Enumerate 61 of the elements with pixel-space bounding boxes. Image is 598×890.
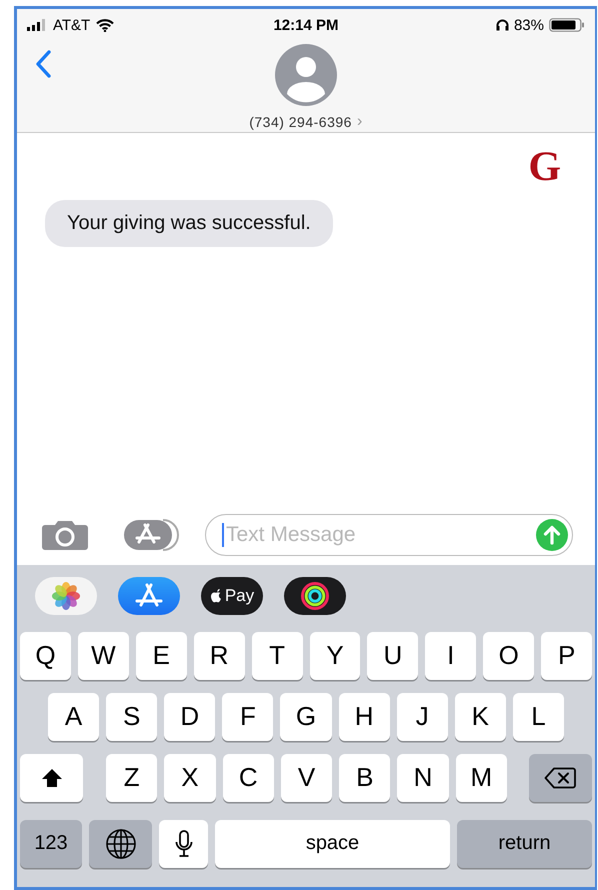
text-cursor (222, 522, 224, 546)
letter-key[interactable]: V (280, 754, 332, 802)
letter-key[interactable]: G (280, 692, 332, 740)
return-key[interactable]: return (457, 820, 592, 868)
letter-key[interactable]: C (222, 754, 274, 802)
battery-percent: 83% (514, 16, 544, 34)
letter-key[interactable]: F (222, 692, 274, 740)
letter-key[interactable]: D (164, 692, 216, 740)
battery-icon (548, 18, 585, 32)
letter-key[interactable]: S (106, 692, 158, 740)
message-input-field[interactable]: Text Message (205, 514, 573, 556)
signal-icon (27, 19, 47, 31)
letter-key[interactable]: Z (106, 754, 158, 802)
letter-key[interactable]: H (338, 692, 390, 740)
letter-key[interactable]: P (541, 632, 592, 680)
delete-icon (544, 766, 576, 788)
send-icon[interactable] (536, 518, 568, 550)
shift-icon (40, 768, 62, 788)
app-store-icon[interactable] (123, 518, 179, 552)
letter-key[interactable]: Y (310, 632, 360, 680)
letter-key[interactable]: B (339, 754, 390, 802)
carrier-name: AT&T (53, 16, 90, 34)
letter-key[interactable]: K (454, 692, 506, 740)
letter-key[interactable]: T (252, 632, 303, 680)
letter-key[interactable]: O (483, 632, 534, 680)
activity-app-button[interactable] (284, 576, 346, 614)
rings-icon (300, 580, 330, 610)
microphone-key[interactable] (159, 820, 208, 868)
letter-key[interactable]: U (367, 632, 418, 680)
letter-key[interactable]: R (194, 632, 245, 680)
letter-key[interactable]: W (78, 632, 129, 680)
photos-app-button[interactable] (35, 576, 97, 614)
letter-key[interactable]: J (396, 692, 448, 740)
wifi-icon (96, 18, 114, 32)
status-time: 12:14 PM (273, 16, 339, 34)
apple-pay-button[interactable]: Pay (201, 576, 263, 614)
microphone-icon (174, 828, 194, 858)
letter-key[interactable]: N (397, 754, 449, 802)
camera-icon[interactable] (41, 520, 89, 550)
letter-key[interactable]: L (512, 692, 564, 740)
message-bubble: Your giving was successful. (45, 200, 333, 247)
space-key[interactable]: space (215, 820, 450, 868)
letter-key[interactable]: E (136, 632, 187, 680)
headphones-icon (496, 19, 509, 31)
delete-key[interactable] (528, 754, 592, 802)
globe-icon (104, 828, 136, 860)
letter-key[interactable]: Q (20, 632, 71, 680)
letter-key[interactable]: M (456, 754, 507, 802)
pay-label: Pay (224, 586, 254, 606)
figure-label: G (528, 143, 561, 191)
letter-key[interactable]: A (48, 692, 100, 740)
contact-avatar-icon[interactable] (275, 44, 337, 106)
app-store-button[interactable] (118, 576, 180, 614)
numbers-key[interactable]: 123 (20, 820, 82, 868)
apple-icon (210, 588, 224, 604)
shift-key[interactable] (20, 754, 83, 802)
letter-key[interactable]: I (425, 632, 476, 680)
flower-icon (51, 580, 81, 610)
globe-key[interactable] (89, 820, 152, 868)
contact-number[interactable]: (734) 294-6396 (249, 114, 352, 130)
letter-key[interactable]: X (164, 754, 216, 802)
